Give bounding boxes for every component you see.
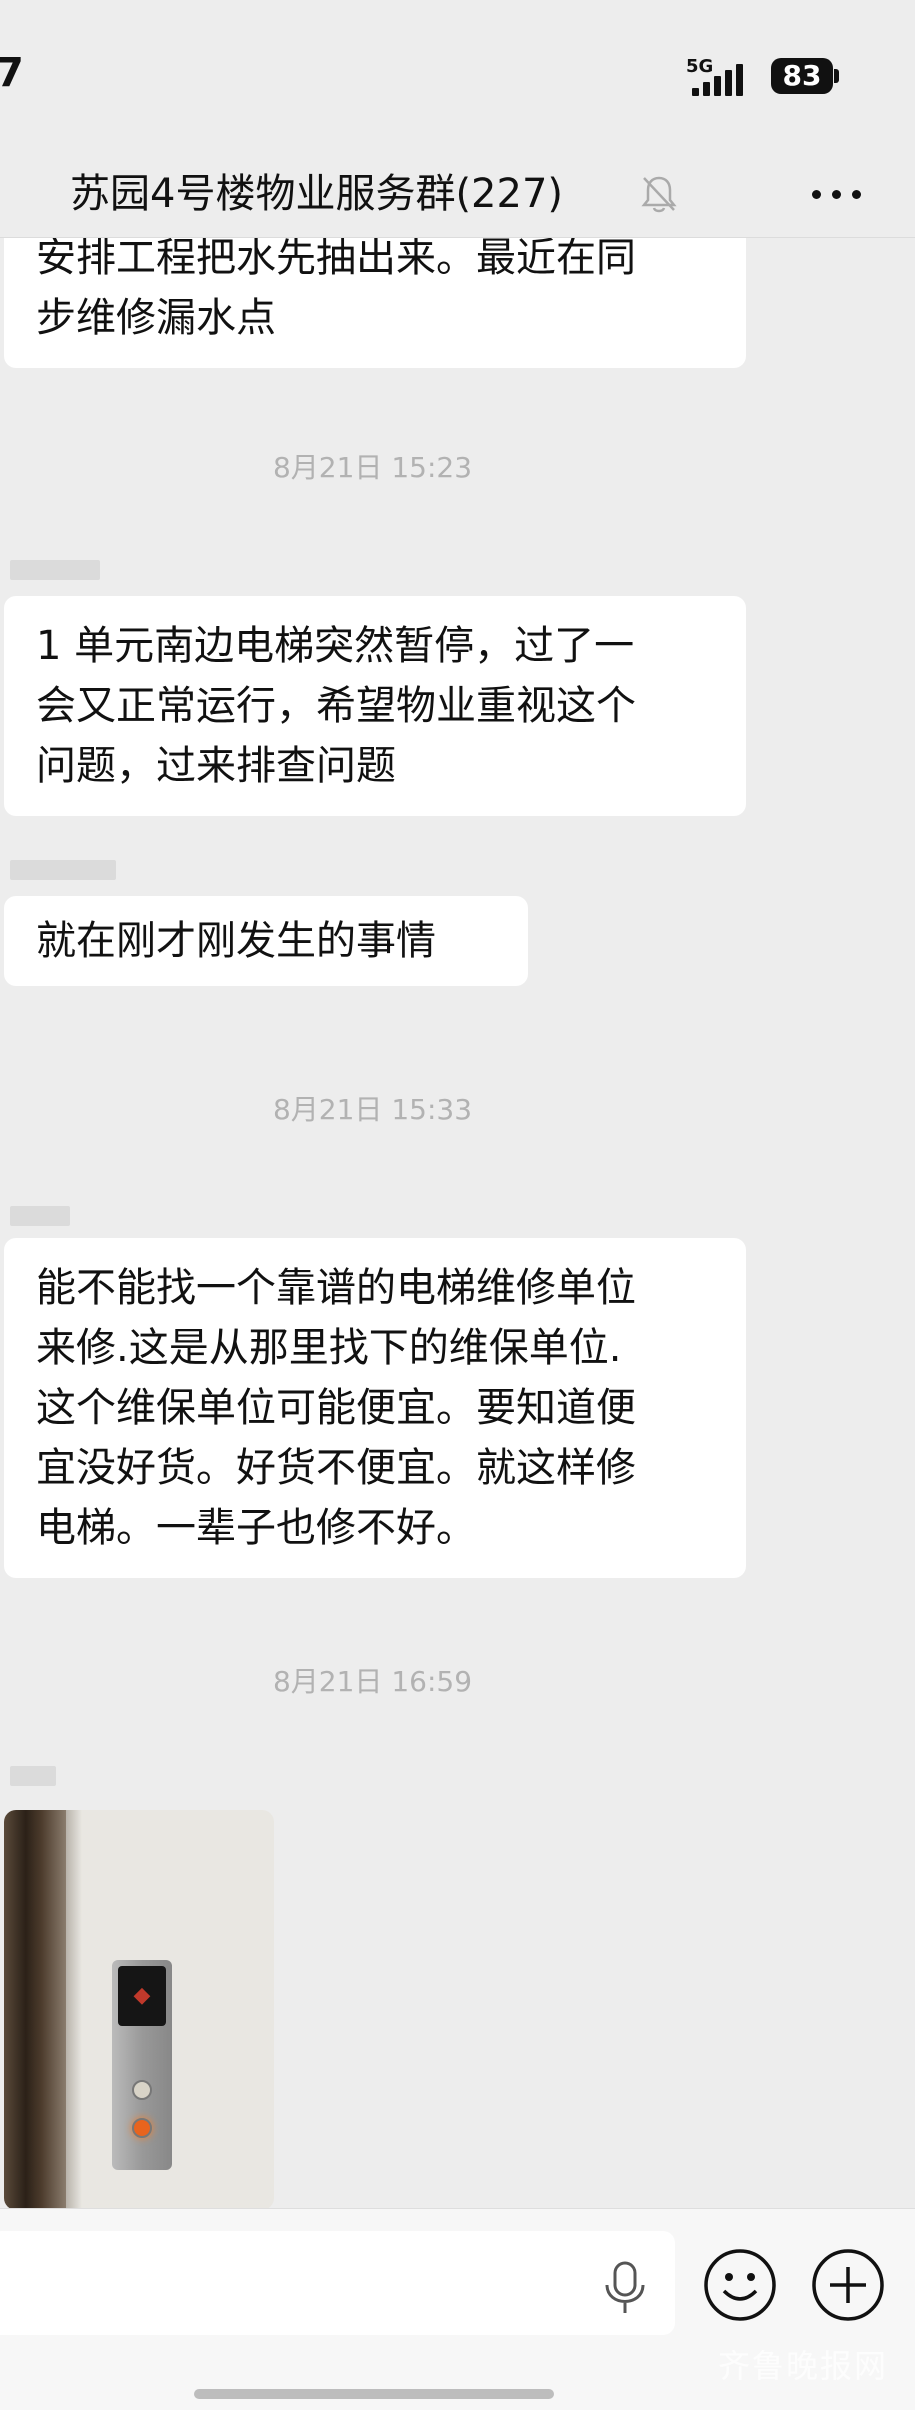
- more-dots-icon[interactable]: [810, 190, 864, 202]
- photo-wall-edge: [66, 1810, 82, 2208]
- message-bubble[interactable]: 安排工程把水先抽出来。最近在同 步维修漏水点: [4, 238, 746, 368]
- photo-wall-strip: [4, 1810, 66, 2208]
- emoji-icon[interactable]: [702, 2247, 778, 2323]
- plus-icon[interactable]: [810, 2247, 886, 2323]
- microphone-icon[interactable]: [600, 2259, 650, 2317]
- photo-panel-button-lit: [132, 2118, 152, 2138]
- watermark: 齐鲁晚报网: [718, 2347, 889, 2385]
- message-text-line: 这个维保单位可能便宜。要知道便: [36, 1385, 636, 1431]
- message-text-line: 宜没好货。好货不便宜。就这样修: [36, 1445, 636, 1491]
- sender-name-blurred: [10, 560, 100, 580]
- image-message-elevator-panel[interactable]: ◆: [4, 1810, 274, 2208]
- sender-name-blurred: [10, 1206, 70, 1226]
- bell-muted-icon: [641, 176, 677, 213]
- network-type: 5G: [686, 56, 714, 77]
- message-bubble[interactable]: 就在刚才刚发生的事情: [4, 896, 528, 986]
- chat-screen: 7 5G 83 苏园4号楼物业服务群(227) 安排工程把水先抽出来。最近在同 …: [0, 0, 915, 2410]
- photo-panel-display: ◆: [118, 1966, 166, 2026]
- message-text-line: 1 单元南边电梯突然暂停，过了一: [36, 623, 635, 669]
- chat-header: 苏园4号楼物业服务群(227): [0, 150, 915, 238]
- battery-icon: 83: [771, 58, 833, 94]
- sender-name-blurred: [10, 1766, 56, 1786]
- battery-tip: [834, 69, 839, 83]
- message-input[interactable]: [0, 2231, 675, 2335]
- timestamp: 8月21日 16:59: [272, 1665, 473, 1698]
- photo-panel-button-up: [132, 2080, 152, 2100]
- status-bar: 7 5G 83: [0, 0, 915, 150]
- message-list[interactable]: 安排工程把水先抽出来。最近在同 步维修漏水点 8月21日 15:23 1 单元南…: [0, 238, 915, 2208]
- message-text-line: 步维修漏水点: [36, 295, 276, 341]
- photo-elevator-call-panel: ◆: [112, 1960, 172, 2170]
- chat-title[interactable]: 苏园4号楼物业服务群(227): [70, 150, 563, 238]
- timestamp: 8月21日 15:33: [272, 1093, 473, 1126]
- status-time: 7: [0, 50, 24, 96]
- sender-name-blurred: [10, 860, 116, 880]
- message-bubble[interactable]: 能不能找一个靠谱的电梯维修单位 来修.这是从那里找下的维保单位. 这个维保单位可…: [4, 1238, 746, 1578]
- message-text-line: 电梯。一辈子也修不好。: [36, 1505, 476, 1551]
- timestamp: 8月21日 15:23: [272, 451, 473, 484]
- message-text-line: 来修.这是从那里找下的维保单位.: [36, 1325, 622, 1371]
- home-indicator[interactable]: [194, 2389, 554, 2399]
- message-text-line: 就在刚才刚发生的事情: [36, 918, 436, 964]
- message-text-line: 能不能找一个靠谱的电梯维修单位: [36, 1265, 636, 1311]
- message-text-line: 问题，过来排查问题: [36, 743, 396, 789]
- message-text-line: 会又正常运行，希望物业重视这个: [36, 683, 636, 729]
- message-bubble[interactable]: 1 单元南边电梯突然暂停，过了一 会又正常运行，希望物业重视这个 问题，过来排查…: [4, 596, 746, 816]
- message-text-line: 安排工程把水先抽出来。最近在同: [36, 238, 636, 281]
- signal-icon: 5G: [686, 56, 750, 96]
- input-bar: 齐鲁晚报网: [0, 2208, 915, 2410]
